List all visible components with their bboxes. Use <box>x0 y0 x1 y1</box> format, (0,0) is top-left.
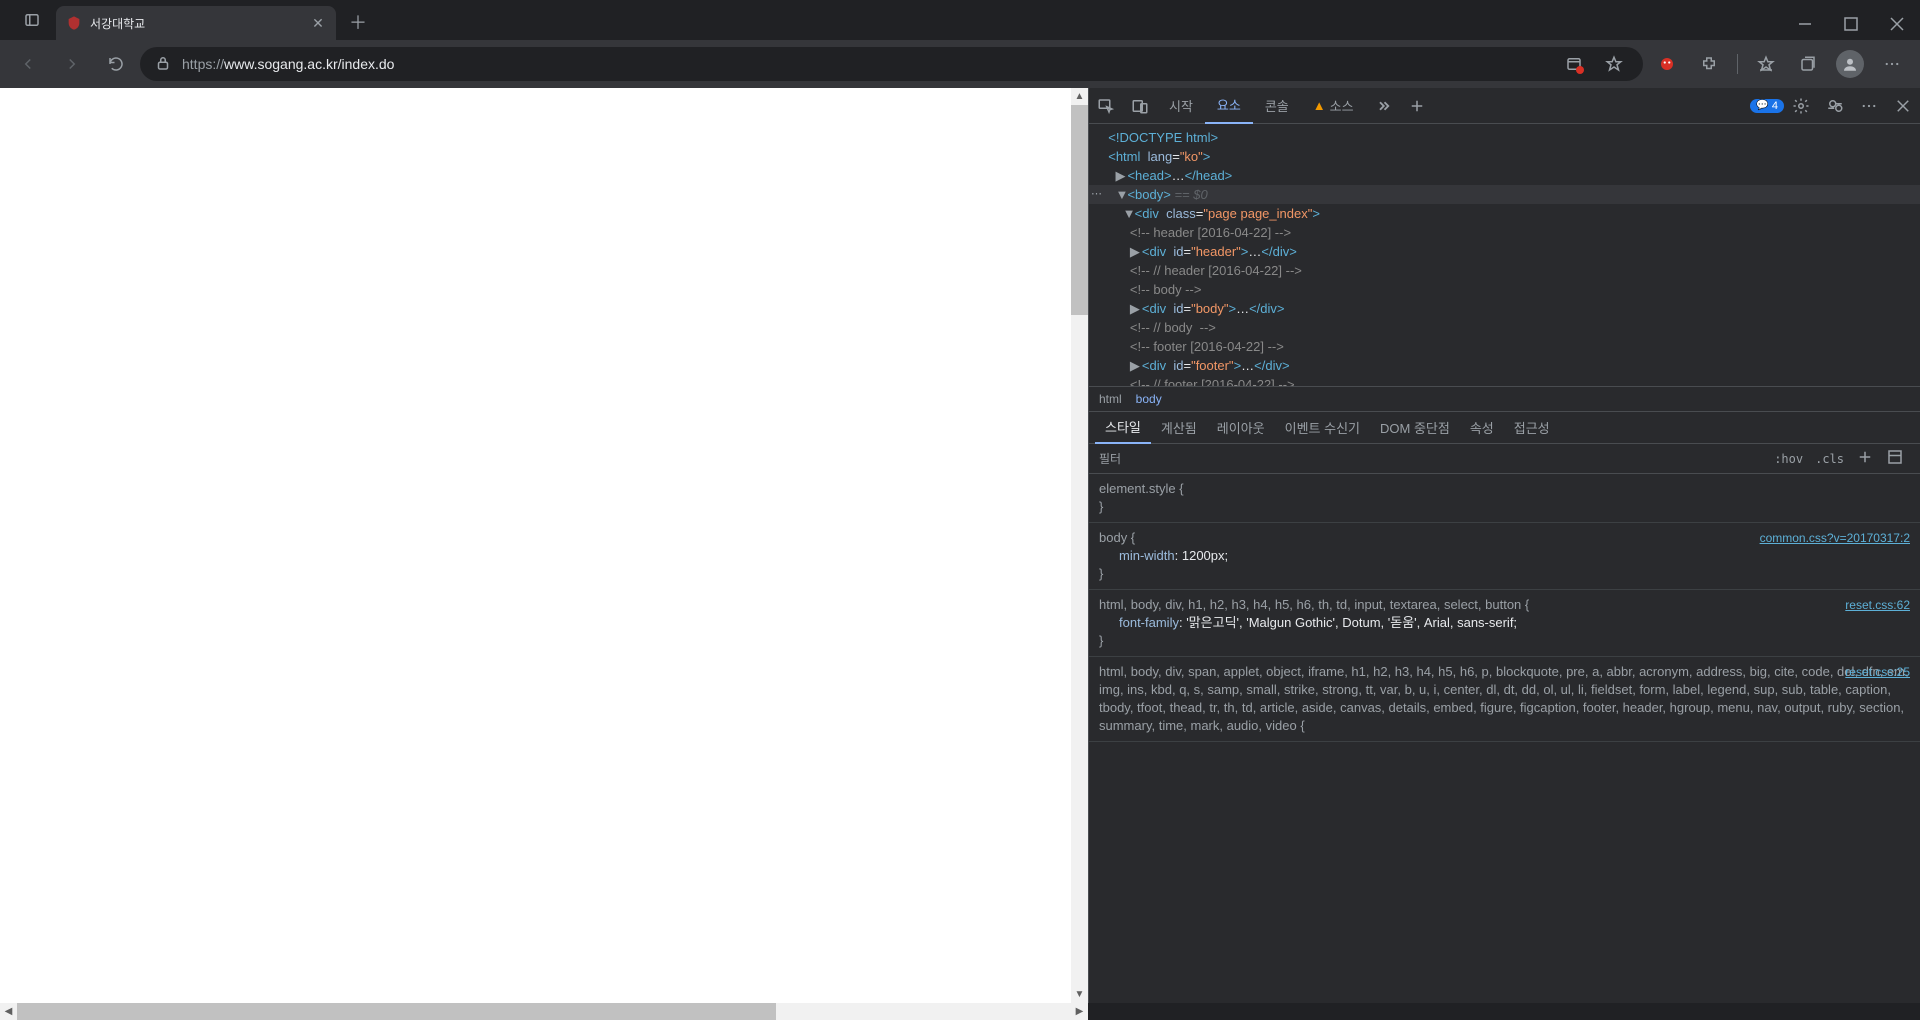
collections-icon[interactable] <box>1788 44 1828 84</box>
styles-tab-a11y[interactable]: 접근성 <box>1504 412 1560 444</box>
devtools-feedback-icon[interactable] <box>1818 97 1852 115</box>
window-close-icon[interactable] <box>1874 8 1920 40</box>
window-minimize-icon[interactable] <box>1782 8 1828 40</box>
toolbar-divider <box>1737 54 1738 74</box>
devtools-add-tab-icon[interactable] <box>1400 97 1434 115</box>
hov-toggle[interactable]: :hov <box>1768 450 1809 468</box>
new-tab-button[interactable]: ＋ <box>342 6 374 38</box>
browser-tab[interactable]: 서강대학교 ✕ <box>56 6 336 40</box>
lock-icon <box>154 54 172 75</box>
page-horizontal-scrollbar[interactable]: ◀ ▶ <box>0 1003 1088 1020</box>
styles-tab-computed[interactable]: 계산됨 <box>1151 412 1207 444</box>
back-button[interactable] <box>8 44 48 84</box>
devtools-panel: 시작 요소 콘솔 ▲소스 4 <!DOCTYPE html> <html lan… <box>1088 88 1920 1003</box>
cls-toggle[interactable]: .cls <box>1809 450 1850 468</box>
elements-breadcrumb: html body <box>1089 386 1920 412</box>
styles-filter-bar: 필터 :hov .cls <box>1089 444 1920 474</box>
forward-button[interactable] <box>52 44 92 84</box>
tab-actions-icon[interactable] <box>8 0 56 40</box>
refresh-button[interactable] <box>96 44 136 84</box>
devtools-menu-icon[interactable] <box>1852 97 1886 115</box>
extensions-icon[interactable] <box>1689 44 1729 84</box>
main-content: ▲ ▼ 시작 요소 콘솔 ▲소스 4 <!DOCTYPE <box>0 88 1920 1003</box>
tab-close-icon[interactable]: ✕ <box>310 15 326 31</box>
tab-title: 서강대학교 <box>90 15 302 32</box>
styles-tab-props[interactable]: 속성 <box>1460 412 1504 444</box>
shopping-icon[interactable] <box>1559 49 1589 79</box>
issues-badge[interactable]: 4 <box>1750 99 1784 113</box>
menu-icon[interactable] <box>1872 44 1912 84</box>
address-bar[interactable]: https://www.sogang.ac.kr/index.do <box>140 47 1643 81</box>
toolbar-right <box>1647 44 1912 84</box>
browser-toolbar: https://www.sogang.ac.kr/index.do <box>0 40 1920 88</box>
elements-dom-tree[interactable]: <!DOCTYPE html> <html lang="ko"> ▶<head>… <box>1089 124 1920 386</box>
devtools-settings-icon[interactable] <box>1784 97 1818 115</box>
devtools-more-tabs-icon[interactable] <box>1366 97 1400 115</box>
crumb-body[interactable]: body <box>1136 392 1162 406</box>
profile-avatar[interactable] <box>1830 44 1870 84</box>
favorites-icon[interactable] <box>1746 44 1786 84</box>
devtools-tab-sources[interactable]: ▲소스 <box>1301 88 1366 124</box>
device-toggle-icon[interactable] <box>1123 97 1157 115</box>
devtools-tabbar: 시작 요소 콘솔 ▲소스 4 <box>1089 88 1920 124</box>
styles-tabbar: 스타일 계산됨 레이아웃 이벤트 수신기 DOM 중단점 속성 접근성 <box>1089 412 1920 444</box>
crumb-html[interactable]: html <box>1099 392 1122 406</box>
page-viewport: ▲ ▼ <box>0 88 1088 1003</box>
new-style-rule-icon[interactable] <box>1850 446 1880 471</box>
tab-strip: 서강대학교 ✕ ＋ <box>0 0 374 40</box>
styles-tab-dom-bp[interactable]: DOM 중단점 <box>1370 412 1460 444</box>
devtools-tab-start[interactable]: 시작 <box>1157 88 1205 124</box>
styles-filter-input[interactable]: 필터 <box>1099 450 1768 467</box>
computed-toggle-icon[interactable] <box>1880 446 1910 471</box>
styles-tab-layout[interactable]: 레이아웃 <box>1207 412 1275 444</box>
inspect-icon[interactable] <box>1089 97 1123 115</box>
devtools-close-icon[interactable] <box>1886 97 1920 115</box>
devtools-tab-console[interactable]: 콘솔 <box>1253 88 1301 124</box>
styles-tab-listeners[interactable]: 이벤트 수신기 <box>1275 412 1370 444</box>
devtools-tab-elements[interactable]: 요소 <box>1205 88 1253 124</box>
page-vertical-scrollbar[interactable]: ▲ ▼ <box>1071 88 1088 1003</box>
styles-tab-styles[interactable]: 스타일 <box>1095 412 1151 444</box>
tab-favicon <box>66 15 82 31</box>
browser-titlebar: 서강대학교 ✕ ＋ <box>0 0 1920 40</box>
styles-rules[interactable]: element.style {}body {common.css?v=20170… <box>1089 474 1920 1003</box>
url-text: https://www.sogang.ac.kr/index.do <box>182 56 1549 72</box>
favorite-icon[interactable] <box>1599 49 1629 79</box>
window-maximize-icon[interactable] <box>1828 8 1874 40</box>
window-controls <box>1782 8 1920 40</box>
extension-1-icon[interactable] <box>1647 44 1687 84</box>
